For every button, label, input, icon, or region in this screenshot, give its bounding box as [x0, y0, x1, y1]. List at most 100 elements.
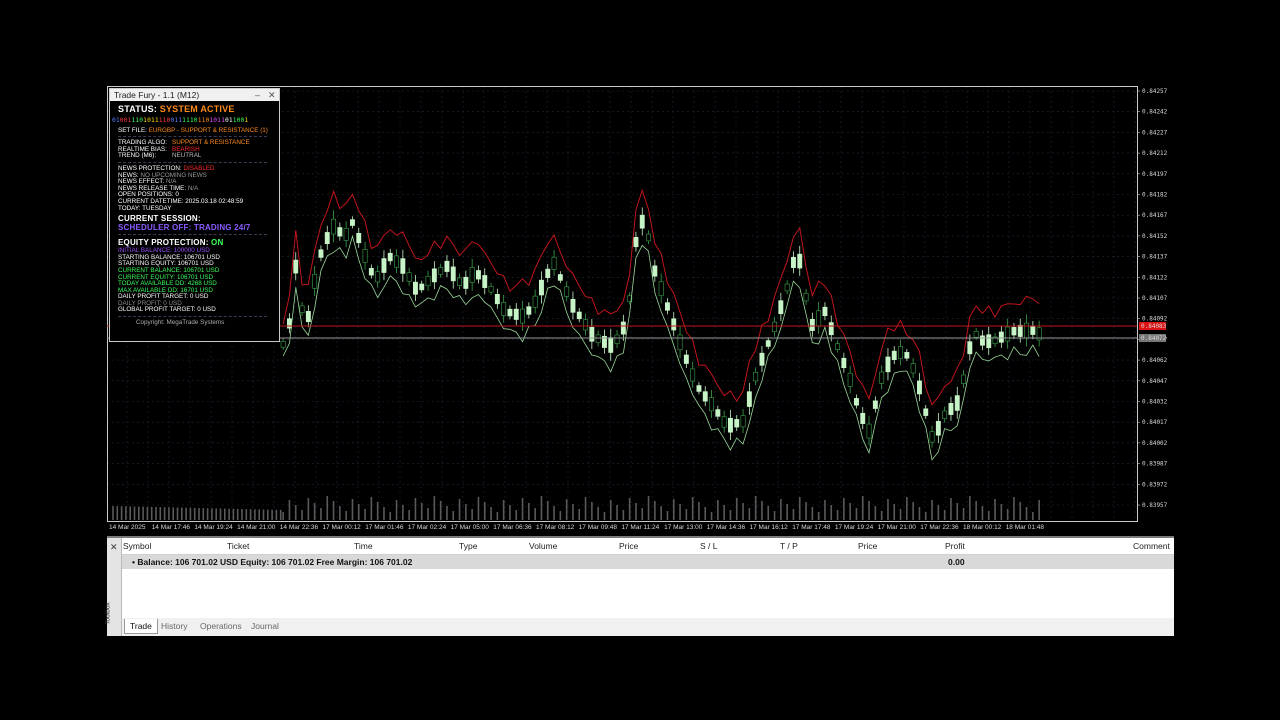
col-price[interactable]: Price: [619, 541, 638, 551]
price-label: 0.84242: [1142, 109, 1168, 116]
profit-total: 0.00: [948, 557, 965, 567]
candle-body: [312, 273, 318, 289]
price-label: 0.84092: [1142, 316, 1168, 323]
col-tp[interactable]: T / P: [780, 541, 798, 551]
binary-segment: 1011: [209, 117, 225, 124]
candle-body: [350, 219, 355, 226]
divider: [118, 136, 267, 138]
candle-body: [507, 308, 513, 317]
candle-body: [740, 415, 746, 428]
price-chart[interactable]: 0.84257 0.84242 0.84227 0.84212 0.84197 0.841…: [107, 86, 1174, 536]
close-icon[interactable]: ✕: [110, 542, 118, 553]
time-label: 17 Mar 13:00: [664, 524, 703, 531]
time-label: 17 Mar 00:12: [323, 524, 362, 531]
divider: [118, 234, 267, 236]
minimize-icon[interactable]: –: [255, 89, 260, 101]
price-label: 0.84032: [1142, 399, 1168, 406]
candle-body: [595, 334, 601, 343]
global-profit-target: GLOBAL PROFIT TARGET: 0 USD: [118, 306, 216, 314]
tab-journal[interactable]: Journal: [246, 619, 284, 633]
col-volume[interactable]: Volume: [529, 541, 557, 551]
candle-body: [916, 380, 922, 395]
candle-body: [343, 227, 349, 241]
time-label: 18 Mar 00:12: [963, 524, 1002, 531]
candle-body: [526, 306, 532, 315]
candle-body: [564, 286, 570, 297]
col-comment[interactable]: Comment: [1133, 541, 1170, 551]
status-label: STATUS:: [118, 104, 158, 114]
price-label: 0.84137: [1142, 254, 1168, 261]
time-label: 14 Mar 2025: [109, 524, 146, 531]
candle-body: [746, 391, 752, 407]
close-icon[interactable]: ✕: [268, 89, 276, 101]
time-label: 17 Mar 11:24: [621, 524, 659, 531]
candle-body: [664, 302, 670, 311]
candle-body: [683, 354, 689, 364]
col-ticket[interactable]: Ticket: [227, 541, 249, 551]
price-label: 0.83972: [1142, 481, 1168, 488]
tab-operations[interactable]: Operations: [195, 619, 247, 633]
time-label: 17 Mar 05:00: [451, 524, 490, 531]
candle-body: [872, 400, 878, 409]
candle-body: [765, 340, 771, 347]
candle-body: [457, 277, 462, 286]
col-profit[interactable]: Profit: [945, 541, 965, 551]
candle-body: [797, 253, 803, 269]
candle-body: [866, 423, 872, 439]
status-line: STATUS: SYSTEM ACTIVE: [118, 104, 279, 115]
candle-body: [463, 276, 469, 289]
today-value: TUESDAY: [142, 204, 172, 212]
col-time[interactable]: Time: [354, 541, 373, 551]
candle-body: [986, 334, 992, 349]
candle-body: [633, 237, 639, 248]
tab-trade[interactable]: Trade: [124, 619, 158, 634]
time-label: 14 Mar 19:24: [194, 524, 233, 531]
time-label: 14 Mar 17:46: [152, 524, 191, 531]
candle-body: [305, 311, 311, 323]
price-label: 0.84197: [1142, 171, 1168, 178]
candle-body: [589, 327, 595, 342]
candle-body: [809, 319, 815, 331]
time-label: 17 Mar 14:36: [707, 524, 746, 531]
col-sl[interactable]: S / L: [700, 541, 717, 551]
candle-body: [885, 356, 891, 373]
ea-titlebar[interactable]: Trade Fury - 1.1 (M12) – ✕: [110, 89, 279, 101]
candle-body: [702, 391, 708, 402]
candle-body: [1005, 326, 1011, 342]
price-label: 0.84107: [1142, 295, 1168, 302]
trend-value: NEUTRAL: [172, 152, 202, 160]
candle-body: [494, 294, 500, 305]
ea-title: Trade Fury - 1.1 (M12): [114, 90, 200, 100]
candle-body: [778, 300, 784, 315]
candle-body: [639, 214, 645, 229]
candle-body: [923, 408, 929, 416]
candle-body: [469, 267, 475, 283]
candle-body: [998, 331, 1004, 343]
binary-segment: 011: [170, 117, 183, 124]
session-heading: CURRENT SESSION:: [118, 214, 201, 224]
candle-body: [822, 306, 828, 317]
candle-body: [438, 267, 444, 275]
candle-body: [362, 249, 368, 263]
candle-body: [734, 419, 740, 428]
time-label: 17 Mar 16:12: [750, 524, 789, 531]
balance-row[interactable]: • Balance: 106 701.02 USD Equity: 106 70…: [122, 555, 1174, 569]
status-value: SYSTEM ACTIVE: [159, 104, 235, 114]
binary-segment: 01: [112, 117, 120, 124]
candle-body: [431, 268, 437, 283]
binary-segment: 001: [119, 117, 132, 124]
col-symbol[interactable]: Symbol: [123, 541, 151, 551]
toolbox-side: ✕ Toolbox: [105, 538, 122, 636]
tab-history[interactable]: History: [156, 619, 192, 633]
col-price-current[interactable]: Price: [858, 541, 877, 551]
candle-body: [898, 346, 904, 360]
candle-body: [444, 260, 450, 272]
candle-body: [419, 283, 425, 291]
col-type[interactable]: Type: [459, 541, 477, 551]
time-label: 17 Mar 19:24: [835, 524, 874, 531]
candle-body: [299, 305, 305, 313]
candle-body: [356, 233, 362, 244]
binary-strip: 01001110101111001111101101011011001: [112, 117, 279, 125]
candle-body: [381, 258, 387, 273]
set-file-label: SET FILE:: [118, 126, 147, 134]
